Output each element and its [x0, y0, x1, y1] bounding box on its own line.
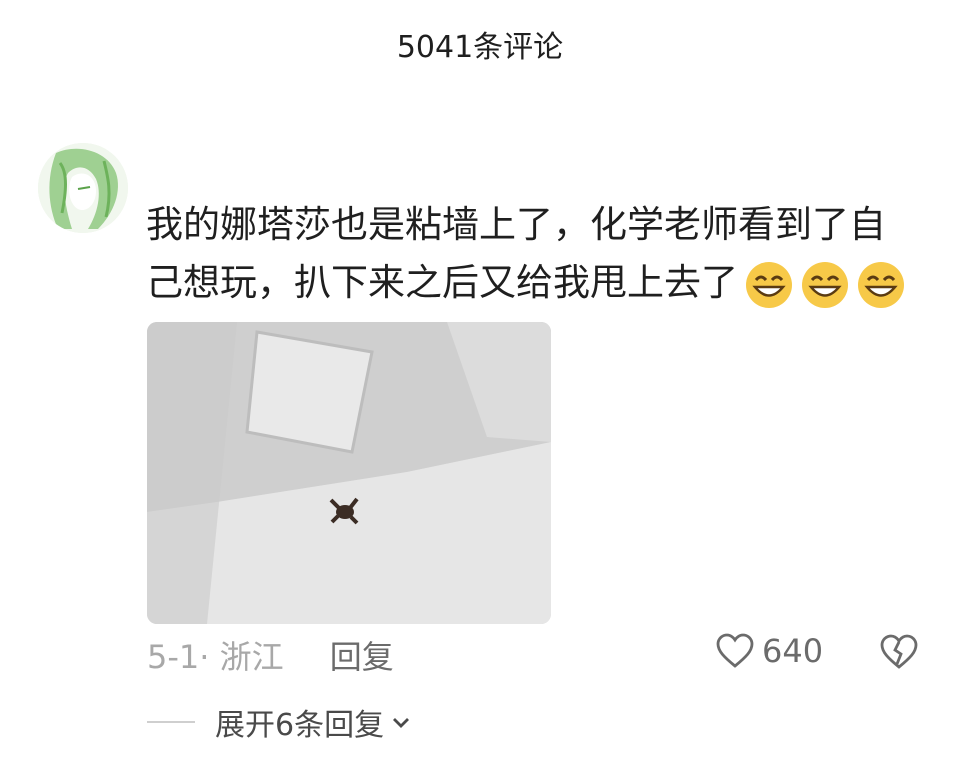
emoji-group — [744, 260, 906, 310]
ceiling-photo-image — [147, 322, 551, 624]
avatar[interactable] — [38, 143, 128, 233]
comments-count-title: 5041条评论 — [396, 30, 564, 65]
comment-meta: 5-1· 浙江 回复 — [147, 632, 394, 678]
expand-replies-label: 展开6条回复 — [215, 708, 385, 743]
like-button[interactable]: 640 — [716, 632, 823, 670]
broken-heart-icon — [880, 634, 918, 669]
avatar-illustration — [38, 143, 128, 233]
grin-emoji-icon — [746, 261, 792, 308]
dislike-button[interactable] — [880, 634, 918, 674]
divider-line — [147, 721, 195, 723]
grin-emoji-icon — [858, 261, 904, 308]
expand-replies[interactable]: 展开6条回复 — [147, 700, 412, 744]
reply-button[interactable]: 回复 — [330, 638, 394, 676]
comment-body: 我的娜塔莎也是粘墙上了，化学老师看到了自己想玩，扒下来之后又给我甩上去了 — [146, 196, 916, 312]
like-count: 640 — [762, 632, 824, 670]
chevron-down-icon — [393, 718, 410, 728]
comment-photo[interactable] — [147, 322, 551, 624]
grin-emoji-icon — [802, 261, 848, 308]
heart-icon — [716, 633, 754, 668]
comment-date-location: 5-1· 浙江 — [147, 638, 284, 676]
